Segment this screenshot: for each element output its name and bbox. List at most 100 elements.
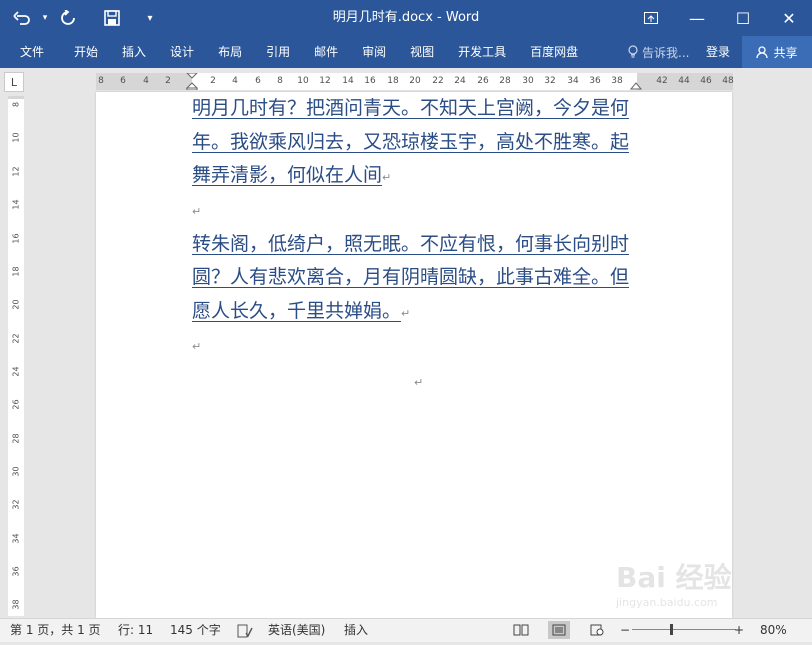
ruler-tick: 8 (277, 76, 283, 86)
zoom-slider[interactable] (632, 629, 736, 630)
ruler-tick: 26 (477, 76, 489, 86)
login-link[interactable]: 登录 (706, 36, 730, 68)
print-layout-button[interactable] (548, 621, 570, 639)
ruler-tick: 42 (656, 76, 668, 86)
ruler-tick: 2 (210, 76, 216, 86)
ruler-tick: 46 (700, 76, 712, 86)
paragraph[interactable]: 转朱阁，低绮户，照无眠。不应有恨，何事长向别时圆？人有悲欢离合，月有阴晴圆缺，此… (192, 228, 640, 331)
tell-me-label: 告诉我... (642, 45, 690, 60)
undo-dropdown-button[interactable]: ▾ (38, 4, 52, 32)
ruler-tick: 14 (11, 199, 21, 210)
save-icon (104, 10, 120, 26)
redo-icon (61, 10, 75, 25)
ribbon-display-icon (644, 12, 658, 24)
vertical-ruler[interactable]: 8 10 12 14 16 18 20 22 24 26 28 30 32 34… (8, 96, 24, 616)
ruler-tick: 36 (11, 566, 21, 577)
indent-marker-icon[interactable] (186, 73, 198, 90)
minimize-button[interactable]: — (674, 0, 720, 36)
watermark-text: Bai 经验 (616, 561, 732, 594)
word-count[interactable]: 145 个字 (170, 619, 221, 641)
paragraph-text: 转朱阁，低绮户，照无眠。不应有恨，何事长向别时圆？人有悲欢离合，月有阴晴圆缺，此… (192, 232, 630, 322)
paragraph[interactable]: 明月几时有？把酒问青天。不知天上宫阙，今夕是何年。我欲乘风归去，又恐琼楼玉宇，高… (192, 92, 640, 195)
ruler-tick: 38 (611, 76, 623, 86)
close-button[interactable]: ✕ (766, 0, 812, 36)
ribbon-tabs: 文件 开始 插入 设计 布局 引用 邮件 审阅 视图 开发工具 百度网盘 (10, 36, 590, 68)
empty-paragraph-mark: ↵ (192, 340, 202, 353)
tab-design[interactable]: 设计 (158, 36, 206, 68)
watermark-url: jingyan.baidu.com (616, 596, 718, 609)
ruler-tick: 22 (432, 76, 444, 86)
ruler-tick: 10 (11, 132, 21, 143)
tab-insert[interactable]: 插入 (110, 36, 158, 68)
paragraph-text: 明月几时有？把酒问青天。不知天上宫阙，今夕是何年。我欲乘风归去，又恐琼楼玉宇，高… (192, 97, 630, 186)
ruler-tick: 8 (11, 101, 21, 108)
ruler-tick: 36 (589, 76, 601, 86)
print-layout-icon (552, 624, 566, 636)
ruler-tick: 32 (11, 499, 21, 510)
line-number[interactable]: 行: 11 (118, 619, 153, 641)
ruler-tick: 24 (454, 76, 466, 86)
empty-paragraph-mark: ↵ (192, 204, 202, 218)
tab-baidu-netdisk[interactable]: 百度网盘 (518, 36, 590, 68)
quick-access-toolbar: ▾ ▾ (8, 0, 164, 36)
zoom-slider-thumb[interactable] (670, 624, 673, 635)
tell-me-search[interactable]: 告诉我... (628, 36, 689, 68)
ruler-tick: 10 (297, 76, 309, 86)
tab-home[interactable]: 开始 (62, 36, 110, 68)
save-button[interactable] (98, 4, 126, 32)
ruler-tick: 20 (11, 299, 21, 310)
page-count[interactable]: 第 1 页，共 1 页 (10, 619, 101, 641)
ruler-tick: 8 (98, 76, 104, 86)
ruler-tick: 28 (11, 433, 21, 444)
ribbon-display-options-button[interactable] (628, 0, 674, 36)
paragraph-mark: ↵ (382, 171, 392, 184)
ruler-tick: 24 (11, 366, 21, 377)
ruler-tick: 4 (143, 76, 149, 86)
ruler-tick: 4 (232, 76, 238, 86)
title-bar: ▾ ▾ 明月几时有.docx - Word — ☐ ✕ (0, 0, 812, 36)
undo-icon (13, 11, 30, 25)
tab-selector[interactable]: L (4, 72, 24, 92)
tab-layout[interactable]: 布局 (206, 36, 254, 68)
zoom-in-button[interactable]: + (734, 619, 744, 641)
ruler-tick: 20 (409, 76, 421, 86)
share-button[interactable]: 共享 (742, 36, 812, 68)
ruler-tick: 48 (722, 76, 734, 86)
tab-view[interactable]: 视图 (398, 36, 446, 68)
web-layout-icon (590, 624, 604, 636)
person-icon (756, 45, 769, 58)
ribbon: 文件 开始 插入 设计 布局 引用 邮件 审阅 视图 开发工具 百度网盘 告诉我… (0, 36, 812, 68)
ruler-tick: 16 (364, 76, 376, 86)
proofing-icon[interactable] (237, 623, 253, 638)
tab-references[interactable]: 引用 (254, 36, 302, 68)
zoom-level[interactable]: 80% (760, 619, 787, 641)
right-indent-marker-icon[interactable] (630, 81, 642, 90)
ruler-tick: 32 (544, 76, 556, 86)
ruler-tick: 12 (11, 166, 21, 177)
document-body[interactable]: 明月几时有？把酒问青天。不知天上宫阙，今夕是何年。我欲乘风归去，又恐琼楼玉宇，高… (192, 92, 640, 363)
tab-developer[interactable]: 开发工具 (446, 36, 518, 68)
web-layout-button[interactable] (586, 621, 608, 639)
language[interactable]: 英语(美国) (268, 619, 325, 641)
tab-file[interactable]: 文件 (10, 36, 62, 68)
read-mode-icon (513, 624, 529, 636)
maximize-button[interactable]: ☐ (720, 0, 766, 36)
read-mode-button[interactable] (510, 621, 532, 639)
document-page[interactable]: 明月几时有？把酒问青天。不知天上宫阙，今夕是何年。我欲乘风归去，又恐琼楼玉宇，高… (96, 92, 732, 618)
paragraph-mark: ↵ (401, 306, 411, 320)
ruler-tick: 2 (165, 76, 171, 86)
tab-review[interactable]: 审阅 (350, 36, 398, 68)
horizontal-ruler[interactable]: 8 6 4 2 2 4 6 8 10 12 14 16 18 20 22 24 … (96, 73, 734, 90)
status-bar: 第 1 页，共 1 页 行: 11 145 个字 英语(美国) 插入 − + 8… (0, 618, 812, 642)
zoom-out-button[interactable]: − (620, 619, 630, 641)
ruler-tick: 22 (11, 333, 21, 344)
floating-paragraph-mark: ↵ (414, 376, 424, 389)
undo-button[interactable] (8, 4, 36, 32)
ruler-tick: 14 (342, 76, 354, 86)
insert-mode[interactable]: 插入 (344, 619, 368, 641)
tab-mailings[interactable]: 邮件 (302, 36, 350, 68)
customize-qat-button[interactable]: ▾ (136, 4, 164, 32)
redo-button[interactable] (54, 4, 82, 32)
ruler-tick: 34 (11, 533, 21, 544)
ruler-tick: 30 (522, 76, 534, 86)
